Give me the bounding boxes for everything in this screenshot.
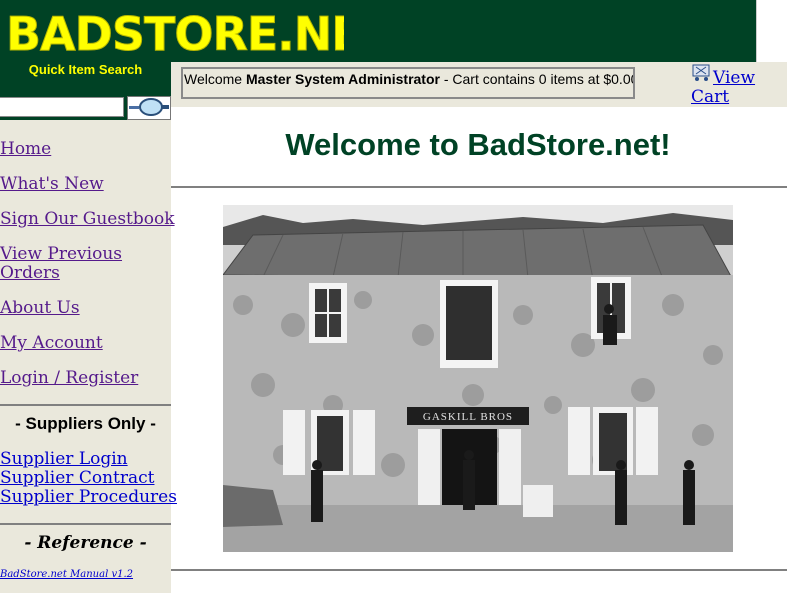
welcome-message: Welcome Master System Administrator - Ca… (181, 67, 635, 99)
sidebar-divider (0, 523, 171, 525)
nav-my-account[interactable]: My Account (0, 334, 103, 353)
view-cart-link[interactable]: View Cart (691, 69, 781, 107)
logo-text: BADSTORE.NET (6, 7, 344, 58)
badstore-logo: BADSTORE.NET (6, 7, 345, 59)
quick-search-input[interactable] (0, 97, 124, 117)
page-title: Welcome to BadStore.net! (285, 127, 671, 162)
manual-link[interactable]: BadStore.net Manual v1.2 (0, 569, 133, 581)
nav-login-register[interactable]: Login / Register (0, 369, 138, 388)
nav-whats-new[interactable]: What's New (0, 175, 104, 194)
sidebar-divider (0, 404, 171, 406)
supplier-login-link[interactable]: Supplier Login (0, 450, 128, 469)
quick-search-button[interactable] (127, 96, 171, 120)
welcome-user: Master System Administrator (245, 71, 440, 87)
header-corner (756, 0, 787, 62)
title-divider (171, 186, 787, 188)
store-photo: GASKILL BROS (223, 205, 733, 552)
nav-home[interactable]: Home (0, 140, 51, 159)
search-magnifier-icon (129, 98, 169, 116)
quick-search-label: Quick Item Search (0, 62, 171, 92)
supplier-procedures-link[interactable]: Supplier Procedures (0, 488, 177, 507)
photo-sign-text: GASKILL BROS (423, 411, 513, 423)
nav-about-us[interactable]: About Us (0, 299, 80, 318)
supplier-contract-link[interactable]: Supplier Contract (0, 469, 154, 488)
welcome-prefix: Welcome (184, 71, 246, 87)
nav-guestbook[interactable]: Sign Our Guestbook (0, 210, 175, 229)
suppliers-heading: - Suppliers Only - (15, 414, 156, 433)
reference-heading: - Reference - (24, 533, 147, 553)
nav-previous-orders[interactable]: View Previous Orders (0, 245, 130, 283)
cart-summary: - Cart contains 0 items at $0.00 (439, 71, 635, 87)
footer-divider (171, 569, 787, 571)
